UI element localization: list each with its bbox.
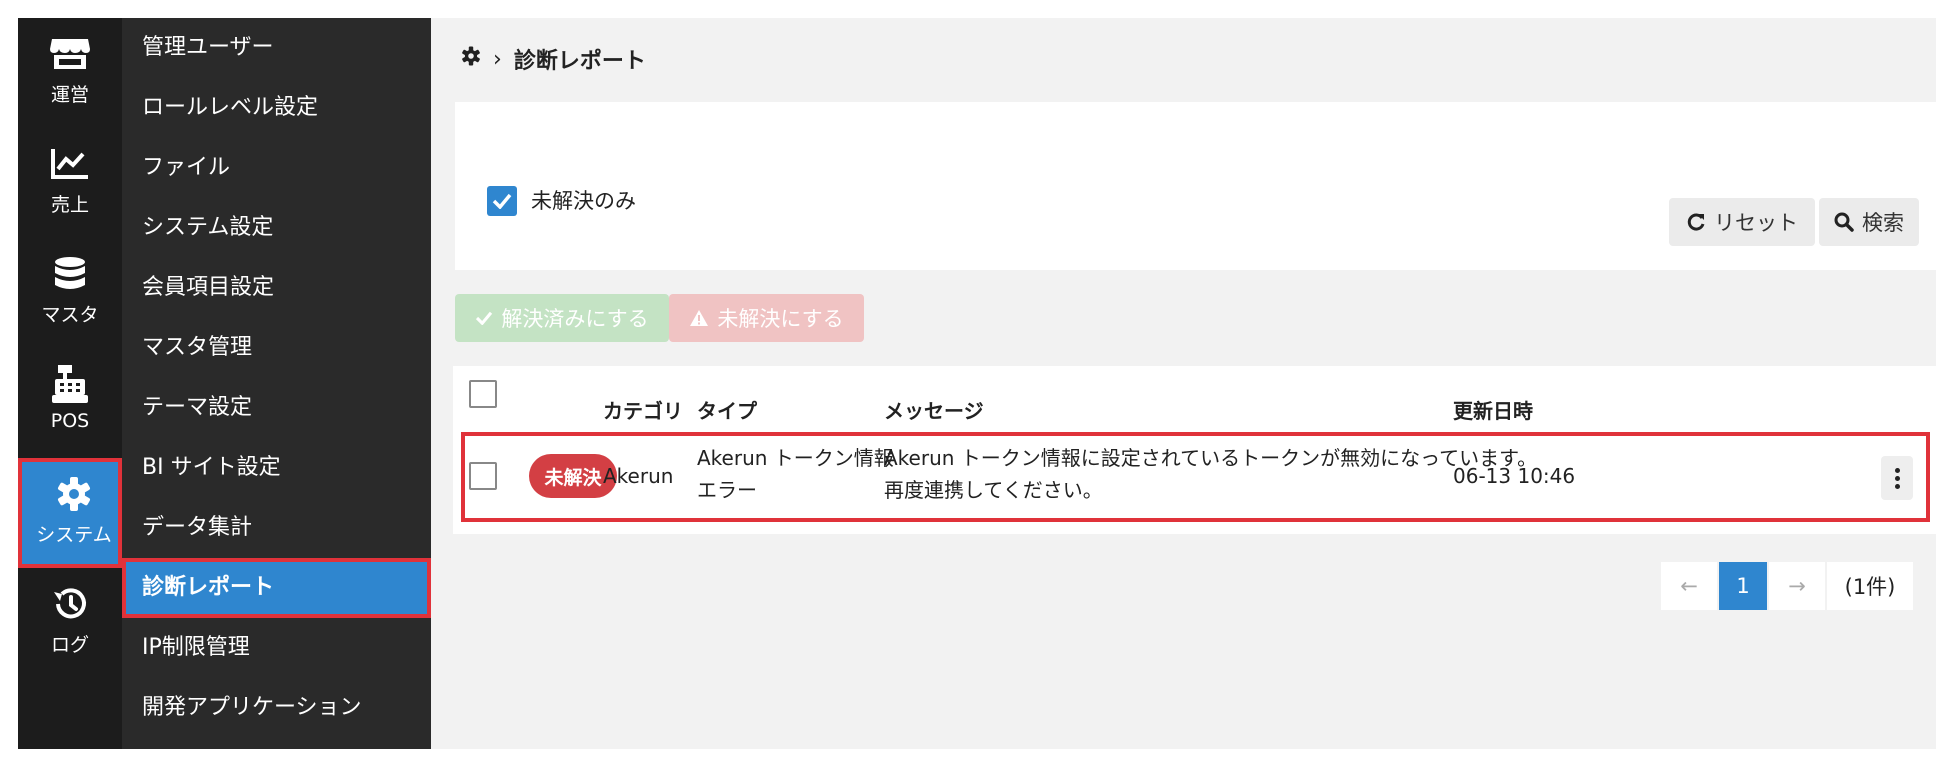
- breadcrumb: › 診断レポート: [461, 44, 646, 74]
- menu-item-admin-users[interactable]: 管理ユーザー: [122, 18, 431, 78]
- icon-rail: 運営 売上 マスタ POS システム ログ: [18, 18, 122, 749]
- reset-button[interactable]: リセット: [1669, 198, 1815, 246]
- cell-type-line2: エラー: [697, 478, 757, 502]
- gear-icon: [22, 474, 126, 514]
- menu-item-member-fields[interactable]: 会員項目設定: [122, 258, 431, 318]
- menu-item-role-level[interactable]: ロールレベル設定: [122, 78, 431, 138]
- redo-icon: [1687, 213, 1705, 231]
- column-header-updated: 更新日時: [1453, 399, 1533, 423]
- cell-updated: 06-13 10:46: [1453, 464, 1576, 488]
- rail-item-label: POS: [50, 410, 90, 432]
- row-more-button[interactable]: [1881, 456, 1913, 500]
- unresolved-only-checkbox[interactable]: [487, 186, 517, 216]
- unresolved-only-label[interactable]: 未解決のみ: [531, 186, 636, 216]
- rail-item-label: ログ: [50, 634, 89, 656]
- rail-item-label: 運営: [50, 84, 89, 106]
- menu-item-system-settings[interactable]: システム設定: [122, 198, 431, 258]
- check-icon: [476, 311, 493, 325]
- system-menu: 管理ユーザー ロールレベル設定 ファイル システム設定 会員項目設定 マスタ管理…: [122, 18, 431, 749]
- cell-message-line1: Akerun トークン情報に設定されているトークンが無効になっています。: [884, 446, 1538, 470]
- app-window: 運営 売上 マスタ POS システム ログ 管理ユーザー ロールレベル設定 ファ…: [18, 18, 1938, 749]
- rail-item-label: マスタ: [41, 304, 99, 326]
- next-page-button[interactable]: →: [1769, 562, 1825, 610]
- mark-unresolved-label: 未解決にする: [717, 307, 844, 331]
- mark-unresolved-button[interactable]: 未解決にする: [669, 294, 864, 342]
- rail-item-operations[interactable]: 運営: [18, 18, 122, 128]
- mark-resolved-label: 解決済みにする: [501, 307, 649, 331]
- table-row[interactable]: 未解決 Akerun Akerun トークン情報 エラー Akerun トークン…: [461, 432, 1930, 522]
- rail-item-label: 売上: [50, 194, 89, 216]
- cash-register-icon: [18, 364, 122, 404]
- cell-type-line1: Akerun トークン情報: [697, 446, 894, 470]
- history-icon: [18, 584, 122, 624]
- main-content: › 診断レポート 未解決のみ リセット 検索 解決済みにする 未解決にする カテ…: [431, 18, 1938, 749]
- pagination: ← 1 → (1件): [1661, 562, 1913, 610]
- column-header-message: メッセージ: [884, 399, 984, 423]
- column-header-type: タイプ: [697, 399, 757, 423]
- more-vertical-icon: [1894, 467, 1900, 473]
- page-1-button[interactable]: 1: [1719, 562, 1767, 610]
- column-header-category: カテゴリ: [603, 399, 683, 423]
- menu-item-diagnostic-report[interactable]: 診断レポート: [122, 558, 431, 618]
- store-icon: [18, 34, 122, 74]
- rail-item-pos[interactable]: POS: [18, 348, 122, 458]
- warning-icon: [690, 310, 709, 326]
- menu-item-master-management[interactable]: マスタ管理: [122, 318, 431, 378]
- prev-page-button[interactable]: ←: [1661, 562, 1717, 610]
- rail-item-sales[interactable]: 売上: [18, 128, 122, 238]
- menu-item-data-aggregation[interactable]: データ集計: [122, 498, 431, 558]
- rail-item-master[interactable]: マスタ: [18, 238, 122, 348]
- reset-label: リセット: [1714, 211, 1798, 235]
- gear-icon[interactable]: [461, 46, 481, 72]
- rail-item-log[interactable]: ログ: [18, 568, 122, 678]
- rail-item-label: システム: [36, 524, 112, 546]
- cell-category: Akerun: [603, 464, 674, 488]
- diagnostic-report-table: カテゴリ タイプ メッセージ 更新日時 未解決 Akerun Akerun トー…: [453, 366, 1938, 534]
- menu-item-theme-settings[interactable]: テーマ設定: [122, 378, 431, 438]
- database-icon: [18, 254, 122, 294]
- check-icon: [492, 193, 512, 209]
- menu-item-files[interactable]: ファイル: [122, 138, 431, 198]
- search-label: 検索: [1862, 211, 1904, 235]
- chart-line-icon: [18, 144, 122, 184]
- rail-item-system[interactable]: システム: [18, 458, 122, 568]
- mark-resolved-button[interactable]: 解決済みにする: [455, 294, 669, 342]
- menu-item-dev-applications[interactable]: 開発アプリケーション: [122, 678, 431, 738]
- breadcrumb-separator: ›: [493, 46, 502, 72]
- search-button[interactable]: 検索: [1819, 198, 1919, 246]
- row-checkbox[interactable]: [469, 462, 497, 490]
- menu-item-bi-site[interactable]: BI サイト設定: [122, 438, 431, 498]
- page-title: 診断レポート: [513, 49, 646, 74]
- result-count: (1件): [1827, 562, 1913, 610]
- menu-item-ip-restriction[interactable]: IP制限管理: [122, 618, 431, 678]
- cell-message-line2: 再度連携してください。: [884, 478, 1103, 502]
- filter-panel: 未解決のみ リセット 検索: [455, 102, 1937, 270]
- select-all-checkbox[interactable]: [469, 380, 497, 408]
- search-icon: [1834, 212, 1854, 232]
